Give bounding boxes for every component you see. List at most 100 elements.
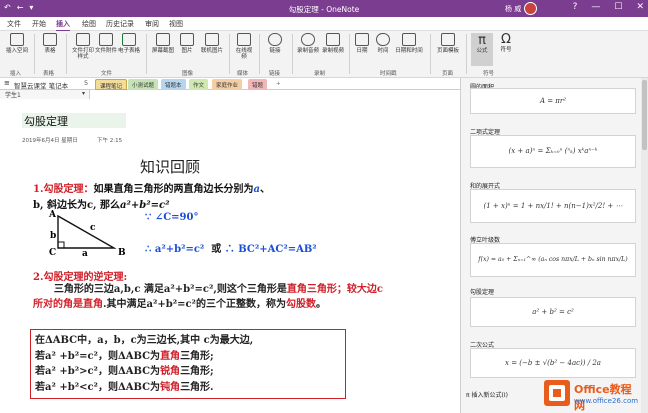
picture-button[interactable]: 图片 bbox=[177, 33, 197, 54]
section-tab-notes[interactable]: 课程笔记 bbox=[95, 79, 128, 90]
notebook-icon[interactable]: ≡ bbox=[4, 79, 10, 87]
panel-scrollbar[interactable] bbox=[641, 78, 648, 413]
watermark-logo: Office教程网 www.office26.com bbox=[544, 378, 642, 412]
side-b-label: b bbox=[50, 231, 56, 241]
tab-file[interactable]: 文件 bbox=[7, 19, 21, 29]
tab-view[interactable]: 视图 bbox=[169, 19, 183, 29]
side-c-label: c bbox=[90, 223, 96, 233]
tab-home[interactable]: 开始 bbox=[32, 19, 46, 29]
group-link: 链接 bbox=[269, 71, 281, 77]
symbol-button[interactable]: Ω 符号 bbox=[497, 33, 515, 54]
record-video-button[interactable]: 录制视频 bbox=[322, 33, 344, 54]
tab-review[interactable]: 审阅 bbox=[145, 19, 159, 29]
page-title[interactable]: 勾股定理 bbox=[22, 113, 126, 128]
side-a-label: a bbox=[82, 249, 88, 258]
group-symbol: 符号 bbox=[483, 71, 495, 77]
converse-paragraph: 三角形的三边a,b,c 满足a²+b²=c²,则这个三角形是直角三角形；较大边c… bbox=[33, 284, 383, 310]
angle-condition: ∵ ∠C=90° bbox=[145, 212, 199, 223]
right-triangle-diagram: A B C b a c bbox=[48, 210, 126, 258]
gallery-item[interactable]: f(x) = a₀ + Σₙ₌₁^∞ (aₙ cos nπx/L + bₙ si… bbox=[470, 243, 636, 277]
table-button[interactable]: 表格 bbox=[40, 33, 60, 54]
page-templates-button[interactable]: 页面模板 bbox=[436, 33, 460, 54]
group-file: 文件 bbox=[101, 71, 113, 77]
section-tab-homework[interactable]: 家庭作业 bbox=[212, 79, 243, 90]
title-bar: ↶ ← ▾ 勾股定理 - OneNote 杨 威 ? — ☐ ✕ bbox=[0, 0, 648, 17]
online-video-button[interactable]: 在线视频 bbox=[234, 33, 254, 61]
knowledge-heading: 知识回顾 bbox=[140, 158, 201, 176]
user-name[interactable]: 杨 威 bbox=[505, 4, 521, 14]
page-date: 2019年6月4日 星期日 bbox=[22, 138, 78, 144]
gallery-item[interactable]: A = πr² bbox=[470, 88, 636, 114]
notebook-bar: ≡ 智慧云课堂 笔记本 5 课程笔记 小测试题 错题本 作文 家庭作业 错题 + bbox=[0, 78, 460, 90]
gallery-item[interactable]: x = (−b ± √(b² − 4ac)) / 2a bbox=[470, 348, 636, 378]
video-icon bbox=[237, 33, 251, 46]
close-button[interactable]: ✕ bbox=[636, 2, 644, 12]
time-button[interactable]: 时间 bbox=[375, 33, 391, 54]
insert-new-equation[interactable]: π 插入新公式(I) bbox=[466, 390, 508, 399]
attachment-icon bbox=[99, 33, 113, 46]
gallery-item[interactable]: (x + a)ⁿ = Σₖ₌₀ⁿ (ⁿₖ) xᵏaⁿ⁻ᵏ bbox=[470, 135, 636, 168]
online-picture-icon bbox=[205, 33, 219, 46]
equation-button[interactable]: π 公式 bbox=[471, 33, 493, 66]
group-media: 媒体 bbox=[237, 71, 249, 77]
link-icon bbox=[268, 33, 282, 46]
gallery-item[interactable]: (1 + x)ⁿ = 1 + nx/1! + n(n−1)x²/2! + ⋯ bbox=[470, 189, 636, 223]
converse-heading: 2.勾股定理的逆定理: bbox=[33, 272, 128, 283]
insert-space-button[interactable]: 插入空间 bbox=[4, 33, 30, 54]
ribbon: 插入空间 表格 文件打印样式 文件附件 电子表格 屏幕截图 图片 联机图片 在线… bbox=[0, 31, 648, 78]
theorem-line-1: 1.勾股定理：如果直角三角形的两直角边长分别为a、 bbox=[33, 184, 270, 195]
date-time-button[interactable]: 日期和时间 bbox=[395, 33, 423, 54]
window-title: 勾股定理 - OneNote bbox=[288, 5, 360, 14]
tab-history[interactable]: 历史记录 bbox=[106, 19, 134, 29]
group-timestamp: 时间戳 bbox=[380, 71, 397, 77]
date-button[interactable]: 日期 bbox=[354, 33, 370, 54]
chevron-down-icon: ▾ bbox=[81, 90, 85, 97]
record-audio-button[interactable]: 录制音频 bbox=[297, 33, 319, 54]
microphone-icon bbox=[301, 33, 315, 46]
online-picture-button[interactable]: 联机图片 bbox=[199, 33, 225, 54]
tab-draw[interactable]: 绘图 bbox=[82, 19, 96, 29]
window-controls: ? — ☐ ✕ bbox=[573, 2, 644, 12]
notebook-name[interactable]: 智慧云课堂 笔记本 bbox=[14, 80, 68, 90]
spreadsheet-button[interactable]: 电子表格 bbox=[118, 33, 140, 54]
file-printout-button[interactable]: 文件打印样式 bbox=[72, 33, 94, 61]
file-attachment-button[interactable]: 文件附件 bbox=[95, 33, 117, 54]
group-image: 图像 bbox=[182, 71, 194, 77]
screenshot-icon bbox=[156, 33, 170, 46]
excel-icon bbox=[122, 33, 136, 46]
minimize-button[interactable]: — bbox=[591, 2, 600, 12]
page-time: 下午 2:15 bbox=[97, 138, 123, 144]
maximize-button[interactable]: ☐ bbox=[614, 2, 622, 12]
camera-icon bbox=[326, 33, 340, 46]
notebook-count: 5 bbox=[84, 79, 89, 87]
triangle-classification-box: 在ΔABC中，a，b，c为三边长,其中 c为最大边, 若a² +b²=c²，则Δ… bbox=[30, 329, 346, 399]
section-tab-errors[interactable]: 错题 bbox=[248, 79, 268, 90]
user-label: 学生1 bbox=[5, 92, 21, 99]
clock-icon bbox=[376, 33, 390, 46]
section-tab-quiz[interactable]: 小测试题 bbox=[128, 79, 159, 90]
vertex-a: A bbox=[48, 210, 57, 220]
ribbon-tabs: 文件 开始 插入 绘图 历史记录 审阅 视图 bbox=[0, 17, 648, 32]
date-time-icon bbox=[402, 33, 416, 46]
calendar-icon bbox=[355, 33, 369, 46]
gallery-item-title: 勾股定理 bbox=[470, 289, 495, 296]
table-icon bbox=[43, 33, 57, 46]
group-page: 页面 bbox=[442, 71, 454, 77]
add-section-button[interactable]: + bbox=[272, 79, 285, 90]
watermark-url: www.office26.com bbox=[574, 397, 639, 405]
pi-icon: π bbox=[478, 33, 486, 48]
avatar[interactable] bbox=[524, 2, 537, 15]
section-tab-mistakes[interactable]: 错题本 bbox=[161, 79, 186, 90]
vertex-b: B bbox=[118, 248, 126, 258]
gallery-item[interactable]: a² + b² = c² bbox=[470, 297, 636, 327]
help-button[interactable]: ? bbox=[573, 2, 578, 12]
printout-icon bbox=[76, 33, 90, 46]
group-table: 表格 bbox=[43, 71, 55, 77]
insert-space-icon bbox=[10, 33, 24, 46]
group-record: 录制 bbox=[314, 71, 326, 77]
section-tab-essay[interactable]: 作文 bbox=[189, 79, 209, 90]
link-button[interactable]: 链接 bbox=[265, 33, 285, 54]
screenshot-button[interactable]: 屏幕截图 bbox=[152, 33, 174, 54]
user-selector[interactable]: 学生1 ▾ bbox=[0, 90, 90, 99]
picture-icon bbox=[180, 33, 194, 46]
